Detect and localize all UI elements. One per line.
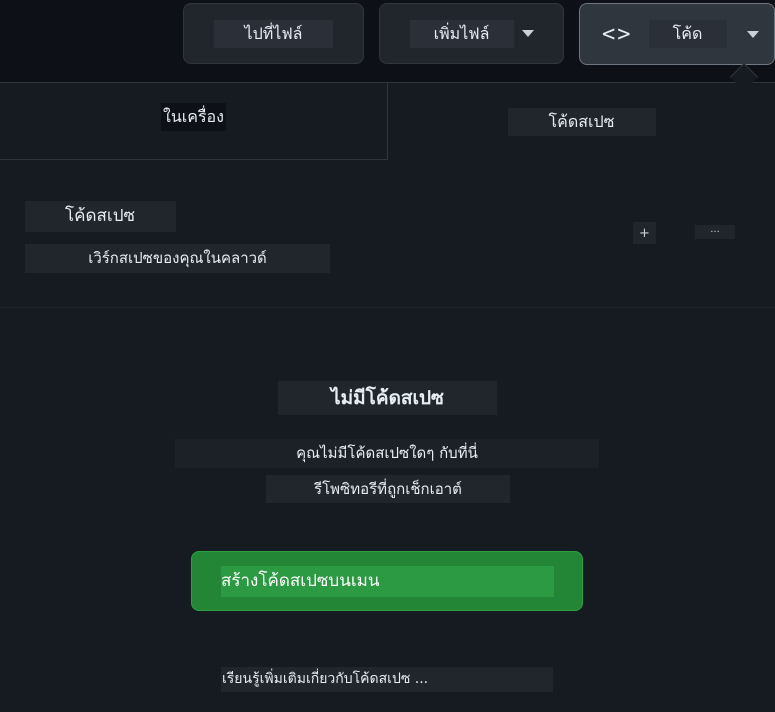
tab-local-label: ในเครื่อง xyxy=(161,103,226,131)
code-button[interactable]: <> โค้ด xyxy=(579,3,775,65)
empty-state-description: คุณไม่มีโค้ดสเปซใดๆ กับที่นี่ xyxy=(175,439,599,468)
code-icon: <> xyxy=(602,21,633,47)
more-options-button[interactable]: ... xyxy=(695,225,735,239)
codespaces-title: โค้ดสเปซ xyxy=(25,201,176,232)
go-to-file-label: ไปที่ไฟล์ xyxy=(214,19,333,48)
code-label: โค้ด xyxy=(648,20,727,48)
codespaces-header: โค้ดสเปซ เวิร์กสเปซของคุณในคลาวด์ + ... xyxy=(0,160,775,308)
go-to-file-button[interactable]: ไปที่ไฟล์ xyxy=(183,3,364,64)
tab-codespaces[interactable]: โค้ดสเปซ xyxy=(388,83,775,160)
new-codespace-plus-button[interactable]: + xyxy=(633,222,656,244)
kebab-icon: ... xyxy=(710,224,720,235)
tab-codespaces-label: โค้ดสเปซ xyxy=(507,107,656,136)
clone-tabs: ในเครื่อง โค้ดสเปซ xyxy=(0,83,775,160)
chevron-down-icon xyxy=(746,30,759,38)
chevron-down-icon xyxy=(521,30,534,37)
plus-icon: + xyxy=(639,225,650,241)
tab-local[interactable]: ในเครื่อง xyxy=(0,83,388,160)
add-file-button[interactable]: เพิ่มไฟล์ xyxy=(379,3,564,64)
create-codespace-label: สร้างโค้ดสเปซบนเมน xyxy=(221,565,554,597)
create-codespace-button[interactable]: สร้างโค้ดสเปซบนเมน xyxy=(191,551,583,611)
learn-more-link[interactable]: เรียนรู้เพิ่มเติมเกี่ยวกับโค้ดสเปซ ... xyxy=(221,667,553,692)
codespaces-subtitle: เวิร์กสเปซของคุณในคลาวด์ xyxy=(25,244,330,273)
clone-dropdown-panel: ในเครื่อง โค้ดสเปซ โค้ดสเปซ เวิร์กสเปซขอ… xyxy=(0,82,775,712)
empty-state-title: ไม่มีโค้ดสเปซ xyxy=(278,381,497,415)
empty-state-description-2: รีโพซิทอรีที่ถูกเช็กเอาต์ xyxy=(266,475,510,503)
repo-toolbar: ไปที่ไฟล์ เพิ่มไฟล์ <> โค้ด xyxy=(0,0,775,82)
add-file-label: เพิ่มไฟล์ xyxy=(409,19,514,48)
